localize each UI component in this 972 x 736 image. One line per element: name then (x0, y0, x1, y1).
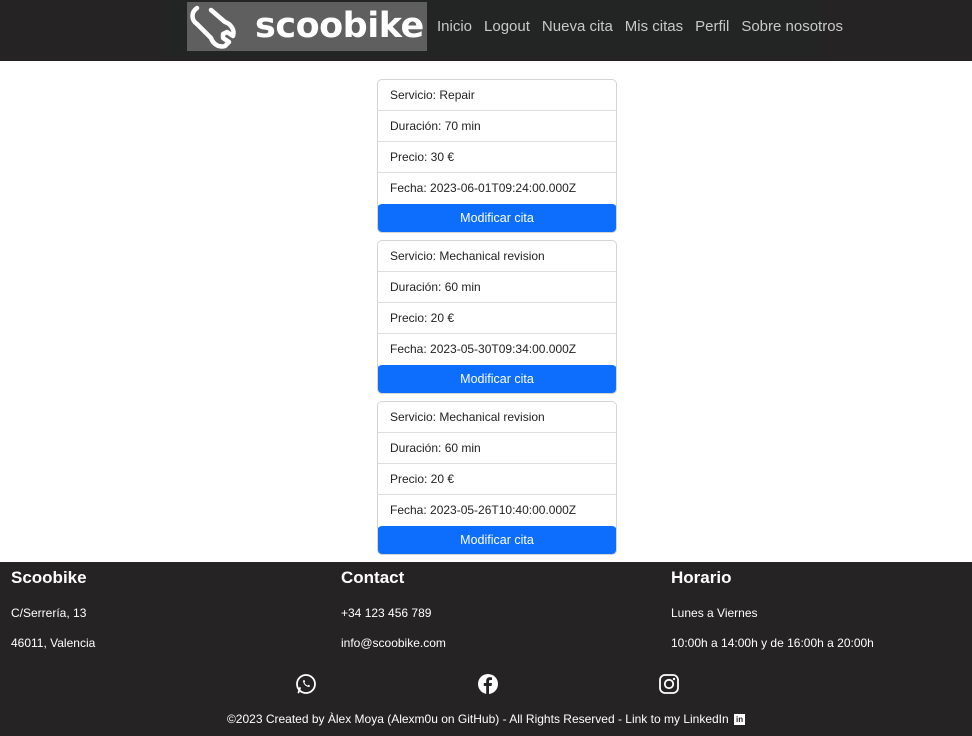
footer-contact: Contact +34 123 456 789 info@scoobike.co… (341, 568, 446, 658)
service-field: Servicio: Mechanical revision (378, 402, 616, 433)
page-footer: Scoobike C/Serrería, 13 46011, Valencia … (0, 562, 972, 736)
brand-logo[interactable]: scoobike (187, 2, 427, 51)
price-field: Precio: 20 € (378, 303, 616, 334)
footer-hours-title: Horario (671, 568, 732, 587)
nav-mis-citas[interactable]: Mis citas (625, 18, 683, 35)
top-navbar: scoobike Inicio Logout Nueva cita Mis ci… (0, 0, 972, 61)
nav-perfil[interactable]: Perfil (695, 18, 729, 35)
appointment-card: Servicio: Mechanical revision Duración: … (377, 240, 617, 394)
nav-nueva-cita[interactable]: Nueva cita (542, 18, 613, 35)
price-field: Precio: 20 € (378, 464, 616, 495)
date-field: Fecha: 2023-05-26T10:40:00.000Z (390, 503, 577, 517)
modify-appointment-button[interactable]: Modificar cita (378, 365, 616, 393)
footer-times: 10:00h a 14:00h y de 16:00h a 20:00h (671, 636, 874, 650)
footer-hours: Horario Lunes a Viernes 10:00h a 14:00h … (671, 568, 874, 658)
wrench-icon (190, 5, 236, 49)
price-field: Precio: 30 € (378, 142, 616, 173)
modify-appointment-button[interactable]: Modificar cita (378, 526, 616, 554)
appointment-card: Servicio: Repair Duración: 70 min Precio… (377, 79, 617, 233)
duration-field: Duración: 70 min (378, 111, 616, 142)
footer-contact-title: Contact (341, 568, 405, 587)
nav-logout[interactable]: Logout (484, 18, 530, 35)
date-field: Fecha: 2023-06-01T09:24:00.000Z (390, 181, 577, 195)
footer-company: Scoobike C/Serrería, 13 46011, Valencia (11, 568, 95, 658)
footer-email: info@scoobike.com (341, 636, 446, 650)
linkedin-icon[interactable]: in (734, 714, 746, 726)
duration-field: Duración: 60 min (378, 272, 616, 303)
footer-days: Lunes a Viernes (671, 606, 758, 620)
service-field: Servicio: Mechanical revision (378, 241, 616, 272)
instagram-icon[interactable] (658, 673, 680, 695)
whatsapp-icon[interactable] (295, 673, 317, 695)
duration-field: Duración: 60 min (378, 433, 616, 464)
facebook-icon[interactable] (477, 673, 499, 695)
footer-phone: +34 123 456 789 (341, 606, 432, 620)
nav-inicio[interactable]: Inicio (437, 18, 472, 35)
nav-links: Inicio Logout Nueva cita Mis citas Perfi… (437, 18, 843, 35)
appointment-card: Servicio: Mechanical revision Duración: … (377, 401, 617, 555)
service-field: Servicio: Repair (378, 80, 616, 111)
copyright-line: ©2023 Created by Àlex Moya (Alexm0u on G… (0, 712, 972, 726)
copyright-text: ©2023 Created by Àlex Moya (Alexm0u on G… (226, 712, 729, 726)
footer-address: C/Serrería, 13 (11, 606, 87, 620)
date-field: Fecha: 2023-05-30T09:34:00.000Z (390, 342, 577, 356)
footer-city: 46011, Valencia (11, 636, 96, 650)
nav-sobre-nosotros[interactable]: Sobre nosotros (741, 18, 843, 35)
modify-appointment-button[interactable]: Modificar cita (378, 204, 616, 232)
brand-name: scoobike (255, 5, 424, 46)
footer-company-title: Scoobike (11, 568, 87, 587)
